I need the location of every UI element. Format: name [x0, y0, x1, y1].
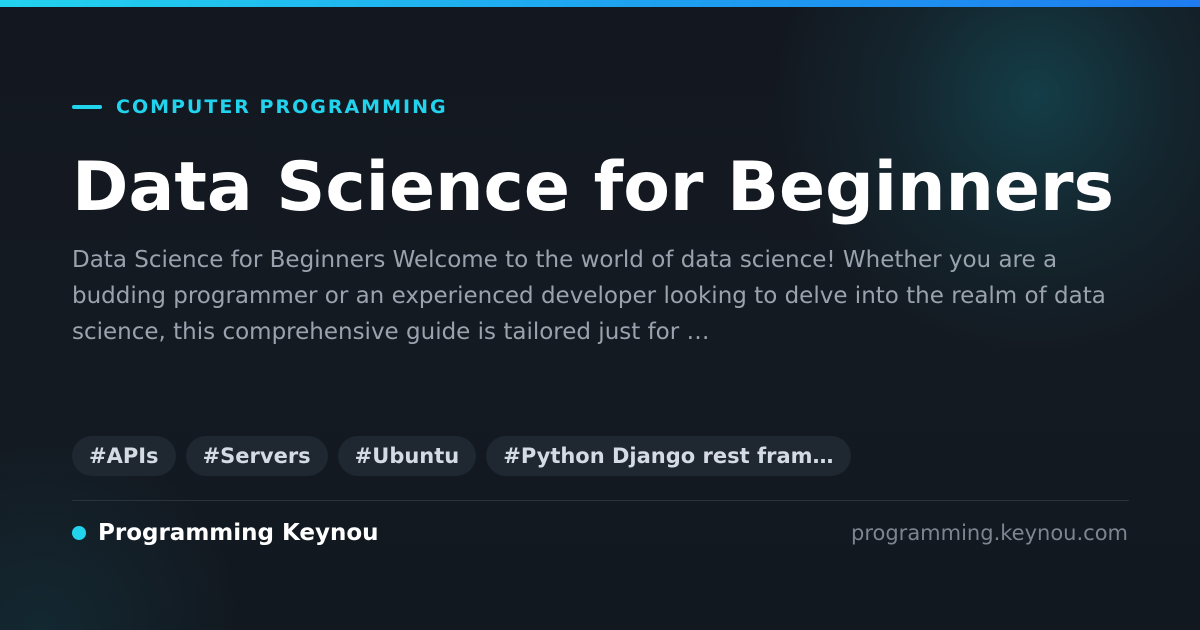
- article-excerpt: Data Science for Beginners Welcome to th…: [72, 247, 1106, 345]
- category-kicker: COMPUTER PROGRAMMING: [72, 94, 448, 120]
- article-title: Data Science for Beginners: [72, 148, 1115, 227]
- kicker-line-icon: [72, 105, 102, 109]
- brand-dot-icon: [72, 526, 86, 540]
- tag-python-django[interactable]: #Python Django rest fram…: [486, 436, 851, 476]
- tag-list: #APIs #Servers #Ubuntu #Python Django re…: [72, 436, 851, 476]
- tag-servers[interactable]: #Servers: [185, 436, 328, 476]
- site-brand[interactable]: Programming Keynou: [72, 518, 379, 548]
- brand-name: Programming Keynou: [98, 520, 379, 546]
- tag-apis[interactable]: #APIs: [72, 436, 176, 476]
- accent-gradient-bar: [0, 0, 1200, 7]
- tag-ubuntu[interactable]: #Ubuntu: [337, 436, 477, 476]
- site-domain-link[interactable]: programming.keynou.com: [851, 518, 1128, 548]
- footer-divider: [72, 500, 1129, 501]
- share-card: COMPUTER PROGRAMMING Data Science for Be…: [0, 0, 1200, 630]
- category-label: COMPUTER PROGRAMMING: [116, 96, 448, 118]
